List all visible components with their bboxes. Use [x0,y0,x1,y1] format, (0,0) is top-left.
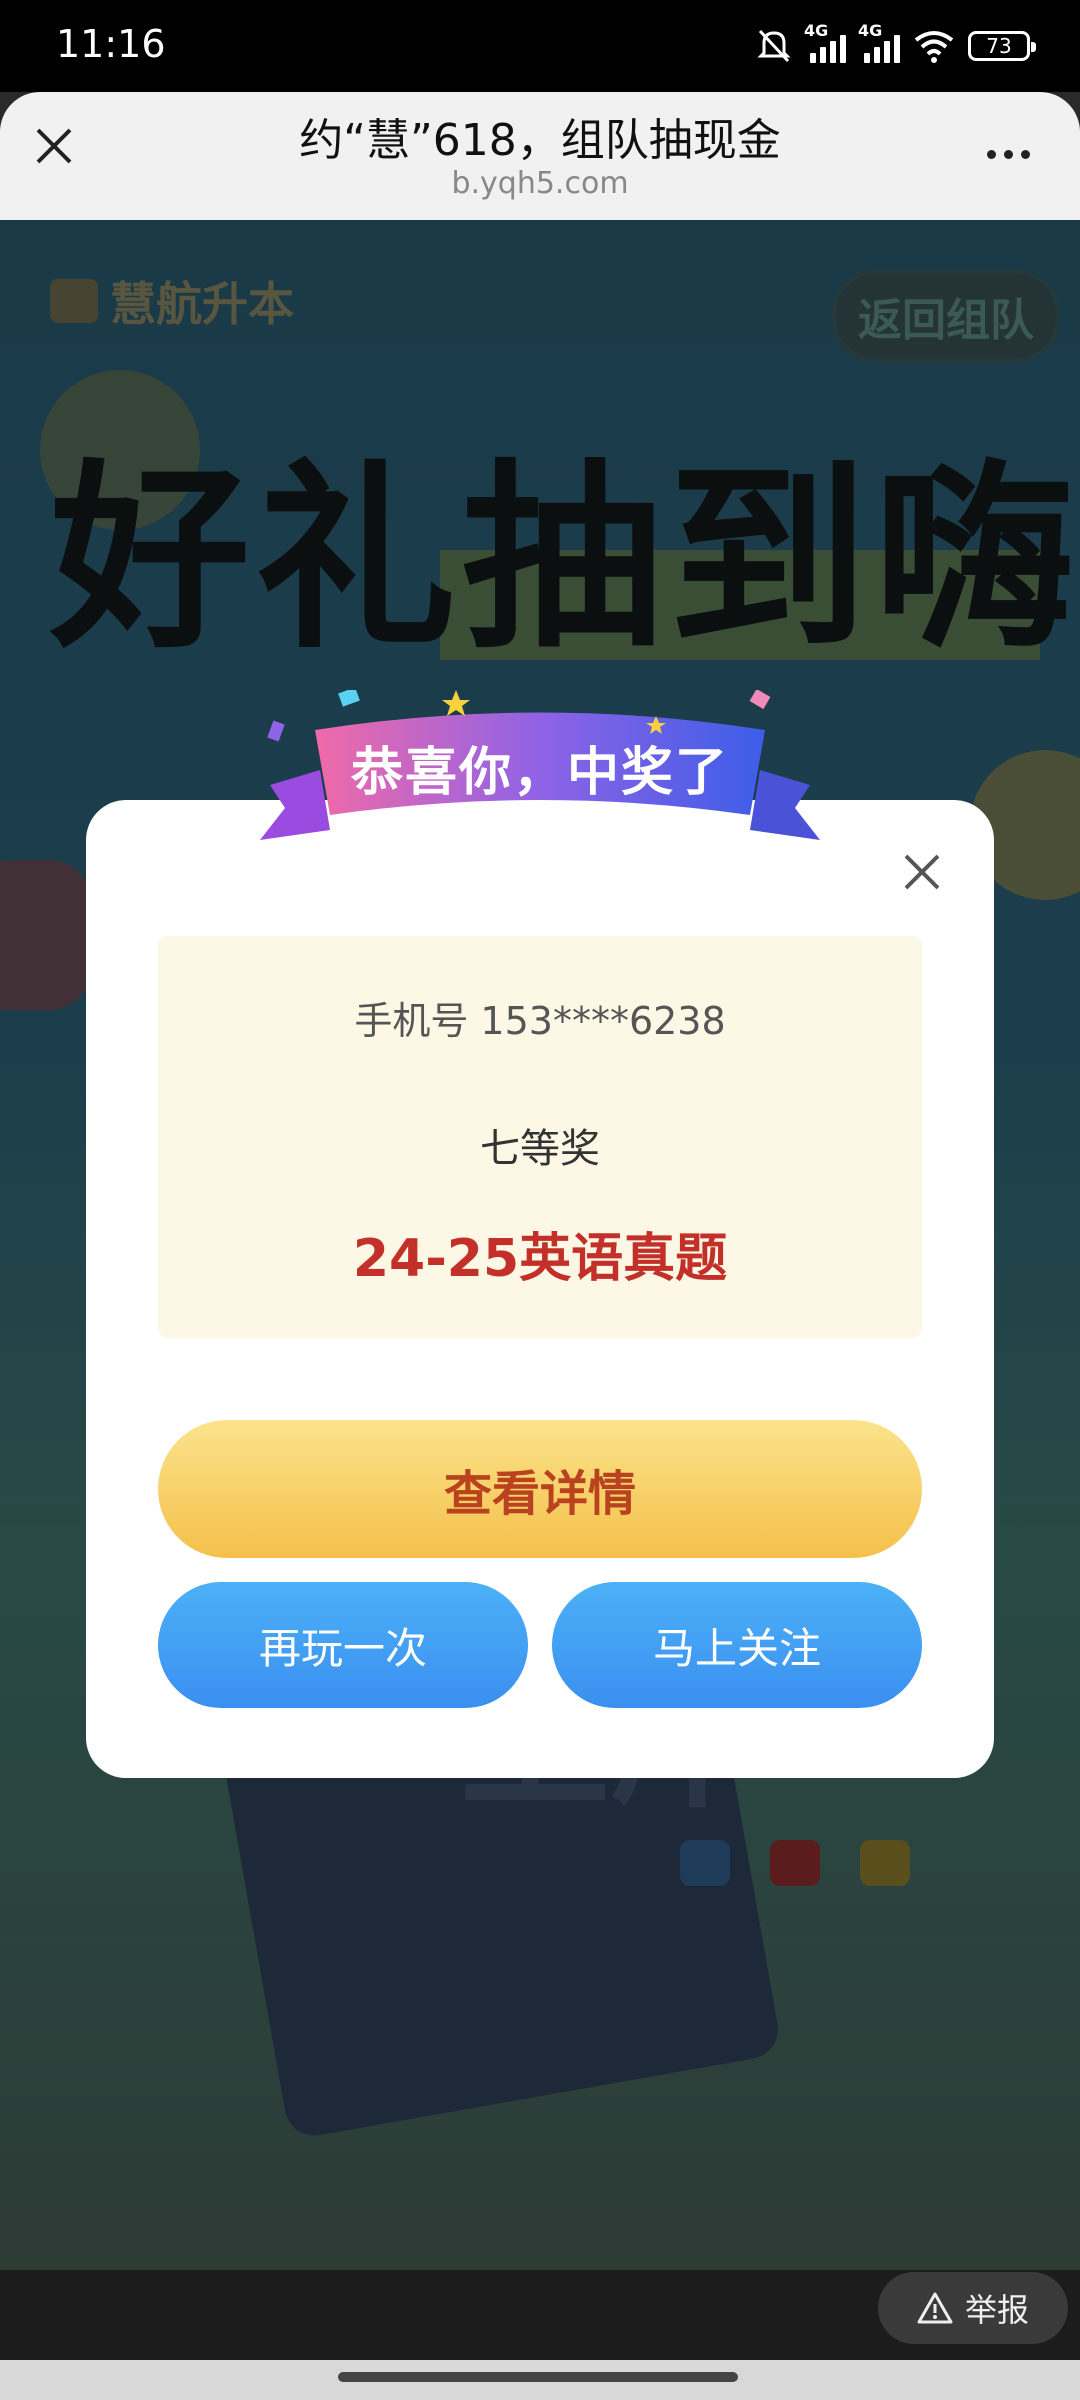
brand-name: 慧航升本 [110,277,294,331]
view-details-button[interactable]: 查看详情 [158,1420,922,1558]
report-label: 举报 [964,2291,1029,2329]
home-indicator[interactable] [338,2372,738,2382]
return-team-button: 返回组队 [832,270,1060,362]
signal-icon-2: 4G [858,21,900,63]
page-title: 约“慧”618，组队抽现金 [299,115,781,166]
event-headline: 好礼抽到嗨 [50,443,1080,676]
browser-header: 约“慧”618，组队抽现金 b.yqh5.com [0,92,1080,220]
phone-number: 手机号 153****6238 [354,999,726,1043]
report-button[interactable]: 举报 [878,2272,1068,2344]
status-bar: 11:16 4G 4G 73 [0,0,1080,92]
status-icons: 4G 4G 73 [756,21,1036,66]
coin-decoration-left [0,860,90,1010]
battery-icon: 73 [968,31,1036,61]
wifi-icon [914,31,954,63]
heart-icon [770,1840,820,1886]
prize-modal: 手机号 153****6238 七等奖 24-25英语真题 查看详情 再玩一次 … [86,800,994,1778]
signal-icon: 4G [804,21,846,63]
status-time: 11:16 [56,22,166,66]
prize-tier: 七等奖 [480,1126,600,1172]
brand-logo-icon [50,279,98,323]
thumbs-up-icon [680,1840,730,1886]
confetti-piece [338,690,360,707]
more-options-icon[interactable] [987,150,1030,159]
confetti-star [442,690,470,716]
play-again-button[interactable]: 再玩一次 [158,1582,528,1708]
follow-button[interactable]: 马上关注 [552,1582,922,1708]
congrats-banner-text: 恭喜你，中奖了 [350,743,729,803]
star-icon [860,1840,910,1886]
page-url: b.yqh5.com [451,166,629,201]
reaction-icons [680,1840,910,1886]
brand-logo: 慧航升本 [50,268,294,334]
close-icon[interactable] [900,850,944,894]
mute-bell-icon [757,29,791,63]
prize-info-box: 手机号 153****6238 七等奖 24-25英语真题 [158,936,922,1338]
confetti-piece-2 [749,690,771,710]
prize-name: 24-25英语真题 [352,1229,728,1289]
warning-icon [917,2292,953,2324]
